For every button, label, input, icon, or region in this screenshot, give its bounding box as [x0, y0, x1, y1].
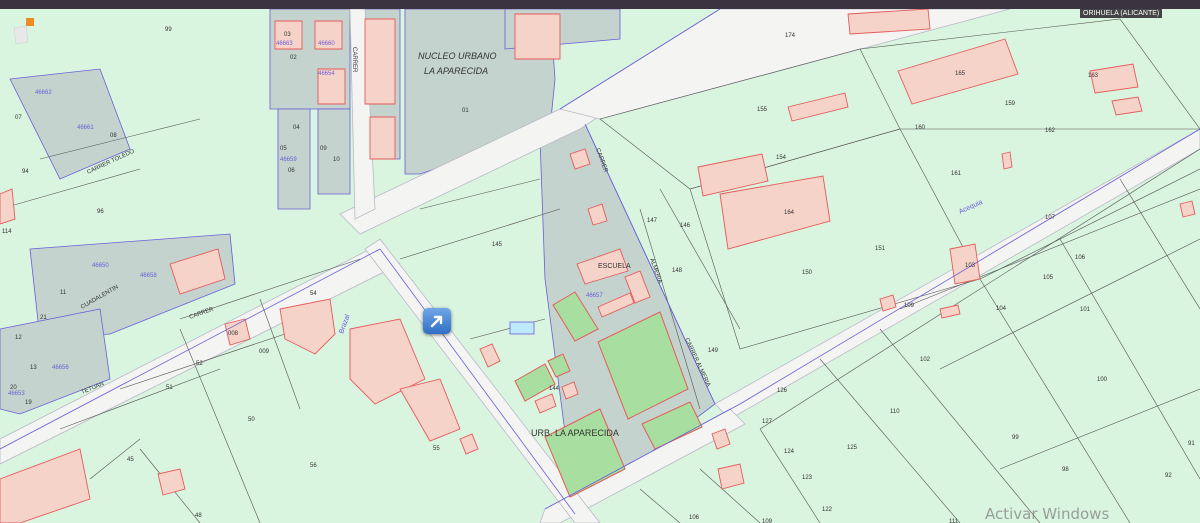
- parcel-number: 163: [1088, 73, 1099, 79]
- parcel-number: 127: [762, 419, 773, 425]
- parcel-number: 02: [290, 55, 297, 61]
- parcel-number: 21: [40, 315, 47, 321]
- parcel-number: 111: [949, 519, 959, 523]
- parcel-number: 56: [310, 463, 317, 469]
- ref-code: 46653: [8, 391, 25, 397]
- ref-code: 46662: [35, 90, 52, 96]
- ref-code: 46659: [280, 157, 297, 163]
- parcel-number: 99: [1012, 435, 1019, 441]
- parcel-number: 165: [955, 71, 966, 77]
- parcel-number: 109: [762, 519, 773, 523]
- parcel-number: 100: [1097, 377, 1108, 383]
- region-label: ORIHUELA (ALICANTE): [1080, 9, 1163, 18]
- parcel-number: 07: [15, 115, 22, 121]
- parcel-number: 92: [1165, 473, 1172, 479]
- ref-code: 46661: [77, 125, 94, 131]
- parcel-number: 164: [784, 210, 795, 216]
- parcel-number: 01: [462, 108, 469, 114]
- parcel-number: 147: [647, 218, 658, 224]
- parcel-number: 125: [847, 445, 858, 451]
- ref-code: 46656: [52, 365, 69, 371]
- parcel-number: 106: [1075, 255, 1086, 261]
- parcel-number: 11: [60, 290, 67, 296]
- parcel-number: 162: [1045, 128, 1056, 134]
- parcel-number: 99: [165, 27, 172, 33]
- parcel-number: 151: [875, 246, 886, 252]
- parcel-number: 12: [15, 335, 22, 341]
- parcel-number: 94: [22, 169, 29, 175]
- parcel-number: 107: [1045, 215, 1056, 221]
- parcel-number: 114: [2, 229, 12, 235]
- parcel-number: 122: [822, 507, 833, 513]
- parcel-number: 54: [310, 291, 317, 297]
- ref-code: 46660: [318, 41, 335, 47]
- parcel-number: 98: [1062, 467, 1069, 473]
- arrow-northeast-icon[interactable]: [423, 308, 451, 334]
- ref-code: 46658: [140, 273, 157, 279]
- label-escuela: ESCUELA: [598, 263, 631, 270]
- parcel-number: 06: [288, 168, 295, 174]
- parcel-number: 123: [802, 475, 813, 481]
- parcel-number: 159: [1005, 101, 1016, 107]
- parcel-number: 148: [672, 268, 683, 274]
- parcel-number: 45: [127, 457, 134, 463]
- street-label: CARRER: [351, 47, 357, 73]
- parcel-number: 126: [777, 388, 788, 394]
- top-bar: [0, 0, 1200, 9]
- parcel-number: 04: [293, 125, 300, 131]
- parcel-number: 104: [996, 306, 1007, 312]
- parcel-number: 05: [280, 146, 287, 152]
- parcel-number: 110: [890, 409, 900, 415]
- parcel-number: 105: [1043, 275, 1054, 281]
- label-urb-aparecida: URB. LA APARECIDA: [531, 428, 619, 438]
- parcel-number: 174: [785, 33, 796, 39]
- parcel-number: 55: [433, 446, 440, 452]
- parcel-number: 48: [195, 513, 202, 519]
- parcel-number: 103: [965, 263, 976, 269]
- parcel-number: 52: [196, 361, 203, 367]
- parcel-number: 51: [166, 385, 173, 391]
- parcel-number: 145: [492, 242, 503, 248]
- parcel-number: 160: [915, 125, 926, 131]
- parcel-number: 101: [1080, 307, 1091, 313]
- parcel-number: 96: [97, 209, 104, 215]
- parcel-number: 91: [1188, 441, 1195, 447]
- parcel-number: 109: [904, 303, 915, 309]
- ref-code: 46650: [92, 263, 109, 269]
- activation-watermark: Activar Windows: [985, 505, 1110, 523]
- parcel-number: 13: [30, 365, 37, 371]
- parcel-number: 50: [248, 417, 255, 423]
- app-logo-icon: [12, 18, 36, 45]
- parcel-number: 09: [320, 146, 327, 152]
- parcel-number: 161: [951, 171, 962, 177]
- parcel-number: 008: [228, 331, 239, 337]
- parcel-number: 155: [757, 107, 768, 113]
- parcel-number: 124: [784, 449, 795, 455]
- parcel-number: 03: [284, 32, 291, 38]
- parcel-number: 150: [802, 270, 813, 276]
- ref-code: 46654: [318, 71, 335, 77]
- cadastral-map[interactable]: NUCLEO URBANO LA APARECIDA URB. LA APARE…: [0, 9, 1200, 523]
- parcel-number: 146: [680, 223, 691, 229]
- parcel-number: 102: [920, 357, 931, 363]
- ref-code: 46663: [276, 41, 293, 47]
- parcel-number: 10: [333, 157, 340, 163]
- parcel-number: 149: [708, 348, 719, 354]
- parcel-number: 154: [776, 155, 787, 161]
- parcel-number: 009: [259, 349, 270, 355]
- label-nucleo-urbano-2: LA APARECIDA: [424, 66, 488, 76]
- parcel-number: 106: [689, 515, 700, 521]
- label-nucleo-urbano-1: NUCLEO URBANO: [418, 51, 497, 61]
- parcel-number: 144: [549, 386, 560, 392]
- parcel-number: 19: [25, 400, 32, 406]
- ref-code: 46657: [586, 293, 603, 299]
- parcel-number: 08: [110, 133, 117, 139]
- pool: [509, 321, 535, 335]
